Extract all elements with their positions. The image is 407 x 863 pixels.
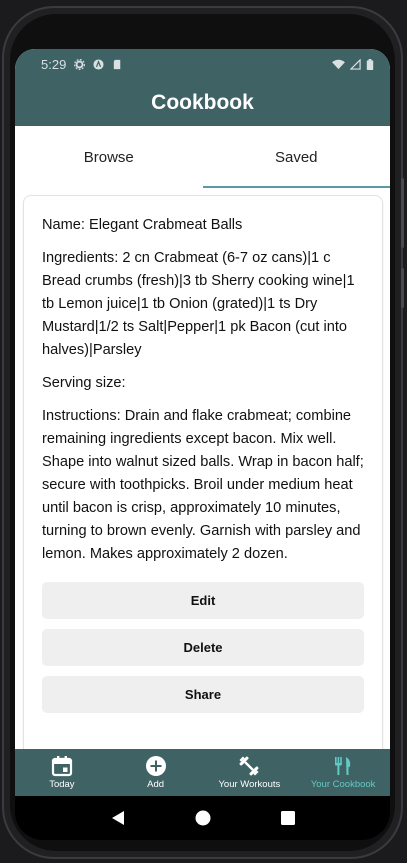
home-icon[interactable] xyxy=(195,810,211,826)
back-icon[interactable] xyxy=(110,810,126,826)
tab-browse-label: Browse xyxy=(83,148,134,166)
status-bar: 5:29 xyxy=(15,49,390,80)
app-title: Cookbook xyxy=(151,91,254,114)
nav-label-add: Add xyxy=(147,779,165,790)
dumbbell-icon xyxy=(239,756,259,776)
app-screen: 5:29 Cookbook Browse Saved Name: Elegant… xyxy=(15,49,390,796)
nav-item-your-cookbook[interactable]: Your Cookbook xyxy=(296,749,390,796)
nav-label-your-workouts: Your Workouts xyxy=(218,779,281,790)
nav-item-your-workouts[interactable]: Your Workouts xyxy=(203,749,297,796)
recipe-name: Name: Elegant Crabmeat Balls xyxy=(42,217,243,233)
power-button xyxy=(401,268,404,308)
recipe-serving-size: Serving size: xyxy=(42,375,126,391)
share-button[interactable]: Share xyxy=(42,676,364,713)
signal-icon xyxy=(350,59,361,70)
edit-button[interactable]: Edit xyxy=(42,582,364,619)
bottom-navigation: Today Add Your Workouts Your Cookbook xyxy=(15,749,390,796)
recents-icon[interactable] xyxy=(280,810,296,826)
nav-item-today[interactable]: Today xyxy=(15,749,109,796)
delete-button[interactable]: Delete xyxy=(42,629,364,666)
volume-button xyxy=(401,178,404,248)
tab-saved-label: Saved xyxy=(274,148,318,166)
calendar-icon xyxy=(51,756,72,777)
status-time: 5:29 xyxy=(41,57,67,72)
tab-saved[interactable]: Saved xyxy=(202,126,391,188)
recipe-ingredients: Ingredients: 2 cn Crabmeat (6-7 oz cans)… xyxy=(42,250,355,358)
utensils-icon xyxy=(335,757,351,775)
recipe-card: Name: Elegant Crabmeat Balls Ingredients… xyxy=(23,195,383,795)
system-navigation-bar xyxy=(15,796,390,840)
location-a-icon xyxy=(93,59,104,70)
settings-icon xyxy=(74,59,86,70)
tab-browse[interactable]: Browse xyxy=(15,126,203,188)
nav-label-your-cookbook: Your Cookbook xyxy=(310,779,376,790)
nav-label-today: Today xyxy=(49,779,75,790)
app-bar: Cookbook xyxy=(15,80,390,126)
battery-icon xyxy=(366,59,374,70)
add-circle-icon xyxy=(145,756,166,776)
recipe-instructions: Instructions: Drain and flake crabmeat; … xyxy=(42,408,364,562)
sd-card-icon xyxy=(114,59,121,70)
nav-item-add[interactable]: Add xyxy=(109,749,203,796)
tab-bar: Browse Saved xyxy=(15,126,390,188)
wifi-icon xyxy=(332,59,345,70)
